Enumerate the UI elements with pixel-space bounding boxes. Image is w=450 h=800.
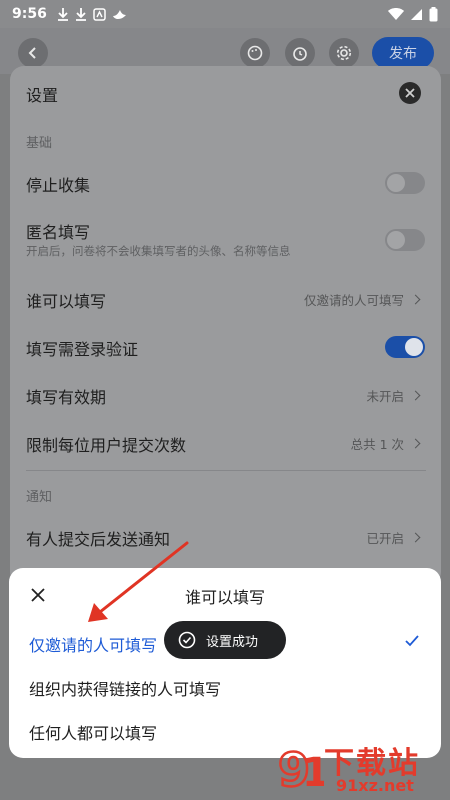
stop-collect-toggle[interactable] bbox=[385, 172, 425, 194]
setting-value: 已开启 bbox=[366, 528, 421, 547]
close-icon bbox=[405, 88, 415, 98]
gear-icon bbox=[336, 45, 352, 61]
watermark: 9 1 下载站 91xz.net bbox=[276, 738, 446, 798]
anonymous-toggle[interactable] bbox=[385, 229, 425, 251]
chevron-right-icon bbox=[410, 532, 421, 543]
wifi-icon bbox=[388, 7, 404, 20]
app-icon bbox=[93, 7, 106, 21]
setting-value: 仅邀请的人可填写 bbox=[304, 290, 421, 309]
battery-icon bbox=[429, 6, 438, 21]
back-button[interactable] bbox=[18, 38, 48, 68]
signal-icon bbox=[411, 8, 422, 20]
toast-text: 设置成功 bbox=[206, 634, 259, 650]
who-can-fill-sheet: 谁可以填写 仅邀请的人可填写 组织内获得链接的人可填写 任何人都可以填写 bbox=[9, 568, 441, 758]
status-time: 9:56 bbox=[12, 6, 47, 22]
option-anyone[interactable]: 任何人都可以填写 bbox=[29, 720, 157, 744]
chevron-left-icon bbox=[28, 47, 36, 59]
download-icon bbox=[57, 8, 68, 21]
section-basic-label: 基础 bbox=[26, 136, 53, 151]
setting-row-login-verify[interactable]: 填写需登录验证 bbox=[10, 322, 441, 370]
settings-close-button[interactable] bbox=[399, 82, 421, 104]
chevron-right-icon bbox=[410, 438, 421, 449]
setting-label: 填写有效期 bbox=[26, 388, 107, 407]
settings-panel: 设置 基础 停止收集 匿名填写 开启后，问卷将不会收集填写者的头像、名称等信息 … bbox=[10, 66, 441, 586]
setting-label: 停止收集 bbox=[26, 176, 91, 195]
theme-button[interactable] bbox=[240, 38, 270, 68]
setting-value: 总共 1 次 bbox=[351, 434, 421, 453]
chevron-right-icon bbox=[410, 294, 421, 305]
settings-title: 设置 bbox=[26, 86, 59, 105]
setting-row-stop-collect[interactable]: 停止收集 bbox=[10, 158, 441, 206]
setting-label: 谁可以填写 bbox=[26, 292, 107, 311]
check-circle-icon bbox=[178, 631, 196, 649]
timer-button[interactable] bbox=[285, 38, 315, 68]
setting-row-who-can-fill[interactable]: 谁可以填写 仅邀请的人可填写 bbox=[10, 274, 441, 322]
section-notify-label: 通知 bbox=[26, 490, 53, 505]
setting-label: 匿名填写 bbox=[26, 223, 91, 242]
setting-label: 限制每位用户提交次数 bbox=[26, 436, 187, 455]
settings-button[interactable] bbox=[329, 38, 359, 68]
chevron-right-icon bbox=[410, 390, 421, 401]
option-org-link[interactable]: 组织内获得链接的人可填写 bbox=[29, 676, 221, 700]
timer-icon bbox=[293, 47, 307, 61]
option-invited-only[interactable]: 仅邀请的人可填写 bbox=[29, 632, 157, 656]
site-logo-icon: 9 1 bbox=[277, 742, 324, 794]
publish-button[interactable]: 发布 bbox=[372, 37, 434, 69]
status-bar: 9:56 bbox=[0, 0, 450, 28]
setting-label: 有人提交后发送通知 bbox=[26, 530, 171, 549]
watermark-domain: 91xz.net bbox=[336, 776, 414, 795]
download-icon bbox=[75, 8, 86, 21]
setting-value: 未开启 bbox=[366, 386, 421, 405]
section-divider bbox=[26, 470, 426, 471]
setting-row-validity[interactable]: 填写有效期 未开启 bbox=[10, 370, 441, 418]
sheet-title: 谁可以填写 bbox=[184, 588, 265, 607]
bird-icon bbox=[112, 9, 126, 19]
check-icon bbox=[405, 635, 419, 647]
palette-icon bbox=[247, 45, 263, 61]
setting-row-submit-limit[interactable]: 限制每位用户提交次数 总共 1 次 bbox=[10, 418, 441, 466]
setting-row-notify[interactable]: 有人提交后发送通知 已开启 bbox=[10, 512, 441, 560]
notification-icons bbox=[57, 7, 127, 21]
login-verify-toggle[interactable] bbox=[385, 336, 425, 358]
success-toast: 设置成功 bbox=[164, 621, 286, 659]
setting-label: 填写需登录验证 bbox=[26, 340, 139, 359]
setting-row-anonymous[interactable]: 匿名填写 开启后，问卷将不会收集填写者的头像、名称等信息 bbox=[10, 205, 441, 265]
svg-text:1: 1 bbox=[302, 750, 324, 794]
setting-description: 开启后，问卷将不会收集填写者的头像、名称等信息 bbox=[26, 244, 291, 258]
